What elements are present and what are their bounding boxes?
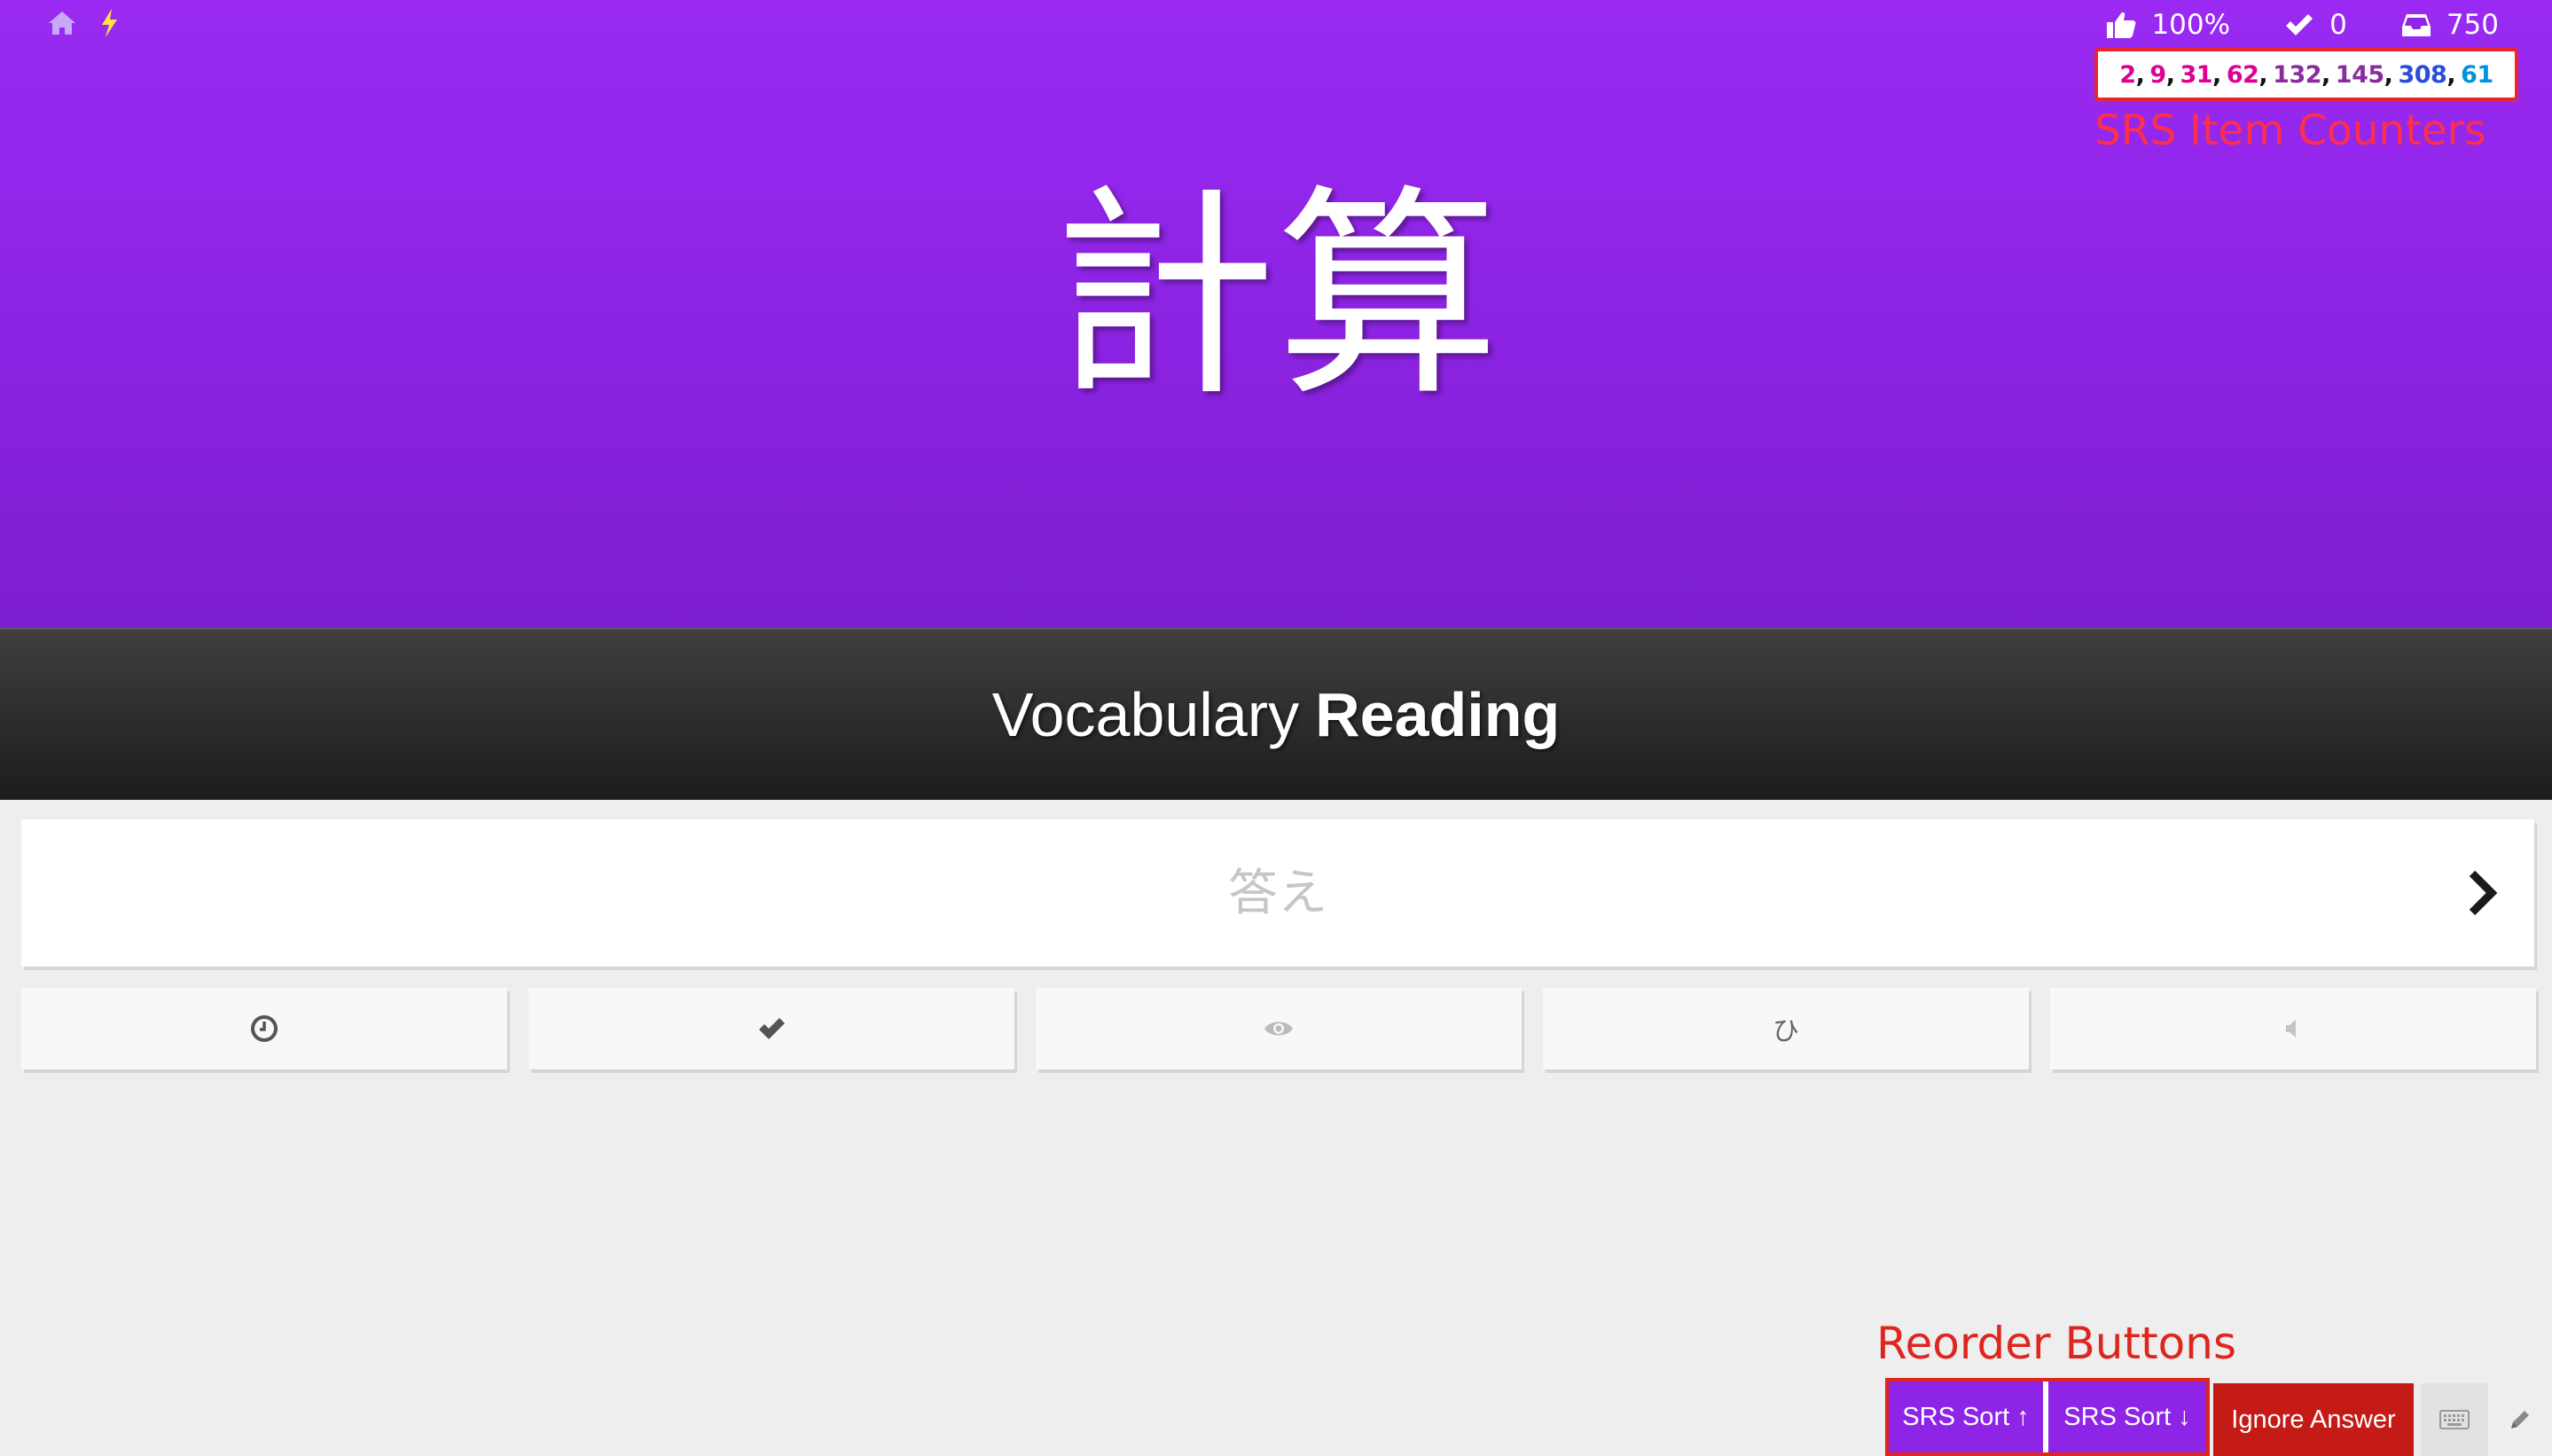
question-type-banner: Vocabulary Reading <box>0 628 2552 800</box>
show-answer-button[interactable] <box>1036 988 1522 1069</box>
srs-counters-annotation: SRS Item Counters <box>2094 106 2486 155</box>
checkmark-icon <box>759 1018 785 1039</box>
question-subject: Vocabulary <box>991 680 1300 749</box>
chevron-right-icon <box>2469 870 2498 916</box>
additional-content-bar: ひ <box>21 988 2536 1069</box>
srs-counter-value: 2 <box>2119 60 2136 89</box>
remaining-count: 750 <box>2446 9 2499 41</box>
keyboard-icon <box>2439 1410 2470 1429</box>
top-left-nav <box>46 7 126 39</box>
speaker-icon <box>2286 1020 2296 1037</box>
kana-label: ひ <box>1773 1016 1799 1047</box>
stats-bar: 100% 0 750 <box>2105 5 2499 44</box>
last-items-button[interactable] <box>21 988 507 1069</box>
submit-answer-button[interactable] <box>2458 862 2508 924</box>
eye-icon <box>1264 1022 1293 1036</box>
item-info-button[interactable] <box>528 988 1014 1069</box>
reorder-buttons: SRS Sort ↑ SRS Sort ↓ <box>1885 1378 2210 1456</box>
lightning-icon[interactable] <box>94 7 126 39</box>
answer-input[interactable] <box>21 819 2534 967</box>
srs-sort-ascending-button[interactable]: SRS Sort ↑ <box>1889 1382 2043 1452</box>
srs-counter-value: 132 <box>2273 60 2322 89</box>
pencil-icon <box>2511 1411 2529 1429</box>
edit-button[interactable] <box>2493 1383 2547 1456</box>
thumbs-up-icon <box>2107 12 2136 38</box>
srs-counters-list: 2, 9, 31, 62, 132, 145, 308, 61 <box>2102 55 2511 94</box>
answer-form <box>21 819 2534 967</box>
srs-counter-separator: , <box>2446 60 2456 89</box>
srs-item-counters: 2, 9, 31, 62, 132, 145, 308, 61 <box>2094 48 2518 101</box>
review-character: 計算 <box>1052 167 1499 427</box>
srs-sort-descending-button[interactable]: SRS Sort ↓ <box>2048 1382 2206 1452</box>
srs-counter-separator: , <box>2165 60 2175 89</box>
completed-count: 0 <box>2329 9 2347 41</box>
keyboard-shortcuts-button[interactable] <box>2421 1383 2488 1456</box>
srs-counter-value: 308 <box>2398 60 2447 89</box>
srs-counter-value: 62 <box>2226 60 2259 89</box>
audio-button[interactable] <box>2050 988 2536 1069</box>
srs-counter-separator: , <box>2135 60 2145 89</box>
remaining-stat: 750 <box>2400 9 2499 41</box>
srs-counter-value: 9 <box>2149 60 2166 89</box>
srs-counter-separator: , <box>2212 60 2221 89</box>
srs-counter-value: 145 <box>2335 60 2384 89</box>
completed-stat: 0 <box>2283 9 2347 41</box>
check-icon <box>2286 14 2313 35</box>
clock-icon <box>251 1015 278 1042</box>
reorder-buttons-annotation: Reorder Buttons <box>1876 1318 2237 1369</box>
question-category: Reading <box>1315 680 1561 749</box>
kana-toggle-button[interactable]: ひ <box>1543 988 2029 1069</box>
character-header: 100% 0 750 2, 9, 31, 62, 132, 145, 308, 61 SRS … <box>0 0 2552 628</box>
home-icon[interactable] <box>46 7 78 39</box>
correct-rate-value: 100% <box>2151 9 2231 41</box>
inbox-icon <box>2401 14 2431 36</box>
correct-rate-stat: 100% <box>2105 9 2230 41</box>
srs-counter-separator: , <box>2258 60 2268 89</box>
srs-counter-separator: , <box>2321 60 2330 89</box>
srs-counter-value: 31 <box>2180 60 2213 89</box>
srs-counter-separator: , <box>2384 60 2393 89</box>
ignore-answer-button[interactable]: Ignore Answer <box>2213 1383 2414 1456</box>
srs-counter-value: 61 <box>2461 60 2493 89</box>
